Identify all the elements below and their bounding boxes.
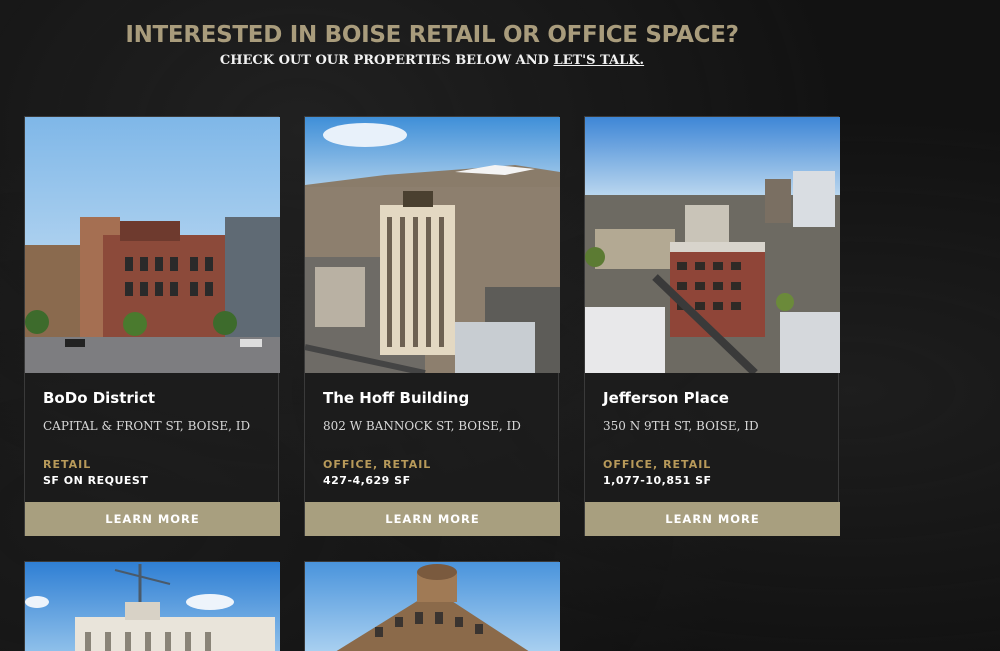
property-name[interactable]: The Hoff Building: [323, 389, 469, 407]
property-card-hoff[interactable]: The Hoff Building 802 W BANNOCK ST, BOIS…: [304, 116, 560, 536]
property-photo[interactable]: [25, 562, 280, 651]
lets-talk-link[interactable]: LET'S TALK.: [553, 53, 644, 68]
property-name[interactable]: BoDo District: [43, 389, 155, 407]
property-name[interactable]: Jefferson Place: [603, 389, 729, 407]
property-card-bodo[interactable]: BoDo District CAPITAL & FRONT ST, BOISE,…: [24, 116, 280, 536]
property-address: 350 N 9TH ST, BOISE, ID: [603, 419, 759, 433]
property-size: 1,077-10,851 SF: [603, 474, 712, 487]
property-card-partial-2[interactable]: [304, 561, 560, 651]
property-photo[interactable]: [305, 562, 560, 651]
property-card-jefferson[interactable]: Jefferson Place 350 N 9TH ST, BOISE, ID …: [584, 116, 840, 536]
page-headline: INTERESTED IN BOISE RETAIL OR OFFICE SPA…: [125, 22, 739, 48]
property-photo[interactable]: [25, 117, 280, 373]
learn-more-button[interactable]: LEARN MORE: [305, 502, 560, 536]
property-photo[interactable]: [585, 117, 840, 373]
property-size: 427-4,629 SF: [323, 474, 411, 487]
page-subline: CHECK OUT OUR PROPERTIES BELOW AND LET'S…: [0, 53, 864, 68]
property-size: SF ON REQUEST: [43, 474, 149, 487]
learn-more-button[interactable]: LEARN MORE: [25, 502, 280, 536]
property-use: OFFICE, RETAIL: [323, 458, 432, 471]
property-address: CAPITAL & FRONT ST, BOISE, ID: [43, 419, 251, 433]
property-photo[interactable]: [305, 117, 560, 373]
page-header: INTERESTED IN BOISE RETAIL OR OFFICE SPA…: [0, 22, 864, 68]
property-address: 802 W BANNOCK ST, BOISE, ID: [323, 419, 521, 433]
subline-text: CHECK OUT OUR PROPERTIES BELOW AND: [219, 53, 554, 68]
property-card-partial-1[interactable]: [24, 561, 280, 651]
property-use: OFFICE, RETAIL: [603, 458, 712, 471]
property-use: RETAIL: [43, 458, 92, 471]
learn-more-button[interactable]: LEARN MORE: [585, 502, 840, 536]
